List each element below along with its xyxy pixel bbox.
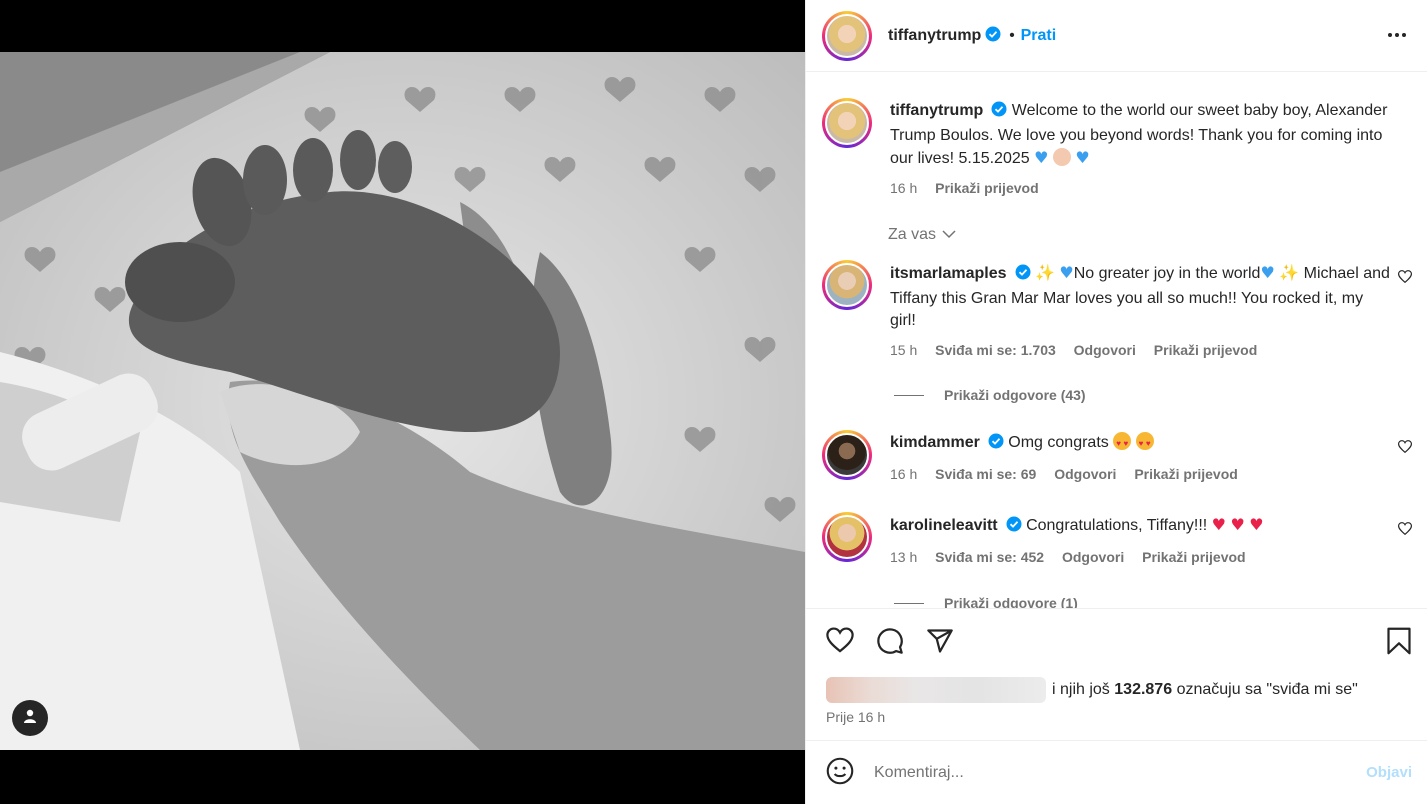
share-icon[interactable] bbox=[926, 627, 954, 659]
comment-time[interactable]: 15 h bbox=[890, 342, 917, 358]
likes-count: 132.876 bbox=[1114, 681, 1173, 698]
reply-button[interactable]: Odgovori bbox=[1062, 549, 1124, 565]
bookmark-icon[interactable] bbox=[1386, 627, 1412, 659]
comment-bar: Komentiraj... Objavi bbox=[806, 740, 1427, 804]
blue-heart-emoji: ♥ bbox=[1059, 263, 1074, 282]
comment-username[interactable]: itsmarlamaples bbox=[890, 265, 1007, 282]
comment-username[interactable]: kimdammer bbox=[890, 434, 980, 451]
more-icon[interactable] bbox=[1386, 24, 1408, 50]
caption-avatar[interactable] bbox=[822, 98, 872, 148]
follow-button[interactable]: Prati bbox=[1021, 27, 1057, 45]
comment-text: Congratulations, Tiffany!!! bbox=[1026, 517, 1208, 534]
like-comment-icon[interactable] bbox=[1397, 270, 1413, 287]
comment-avatar[interactable] bbox=[822, 430, 872, 480]
likes-suffix: označuju sa "sviđa mi se" bbox=[1176, 681, 1358, 698]
caption-translate-link[interactable]: Prikaži prijevod bbox=[935, 180, 1038, 196]
comment-time[interactable]: 16 h bbox=[890, 466, 917, 482]
verified-icon bbox=[985, 26, 1001, 46]
blue-heart-emoji: ♥ bbox=[1260, 263, 1275, 282]
caption-username[interactable]: tiffanytrump bbox=[890, 102, 983, 119]
comment-avatar[interactable] bbox=[822, 260, 872, 310]
sparkles-emoji: ✨ bbox=[1034, 263, 1055, 282]
chevron-down-icon bbox=[942, 226, 956, 244]
reply-button[interactable]: Odgovori bbox=[1074, 342, 1136, 358]
comment-input[interactable]: Komentiraj... bbox=[874, 764, 1366, 782]
replies-divider bbox=[894, 394, 924, 396]
tag-user-icon bbox=[22, 708, 38, 728]
view-replies-button[interactable]: Prikaži odgovore (1) bbox=[894, 595, 1078, 608]
instagram-post-view: tiffanytrump • Prati tiffanytrump Welcom… bbox=[0, 0, 1427, 804]
post-actions: i njih još 132.876 označuju sa "sviđa mi… bbox=[806, 608, 1427, 740]
author-avatar[interactable] bbox=[822, 10, 872, 61]
blurred-liker-names bbox=[826, 677, 1046, 703]
comment-avatar[interactable] bbox=[822, 512, 872, 562]
baby-emoji bbox=[1052, 148, 1071, 166]
media-panel bbox=[0, 0, 805, 804]
likes-summary[interactable]: i njih još 132.876 označuju sa "sviđa mi… bbox=[826, 677, 1358, 703]
comment-username[interactable]: karolineleavitt bbox=[890, 517, 998, 534]
red-heart-emoji: ♥ bbox=[1211, 515, 1226, 534]
details-panel: tiffanytrump • Prati tiffanytrump Welcom… bbox=[805, 0, 1427, 804]
red-heart-emoji: ♥ bbox=[1249, 515, 1264, 534]
comment-text: Omg congrats bbox=[1008, 434, 1109, 451]
replies-divider bbox=[894, 602, 924, 604]
separator-dot: • bbox=[1009, 27, 1015, 44]
verified-icon bbox=[991, 101, 1007, 125]
post-photo[interactable] bbox=[0, 52, 805, 750]
verified-icon bbox=[1015, 264, 1031, 288]
comment-likes[interactable]: Sviđa mi se: 69 bbox=[935, 466, 1036, 482]
heart-icon[interactable] bbox=[826, 627, 854, 659]
verified-icon bbox=[1006, 516, 1022, 540]
blue-heart-emoji: ♥ bbox=[1034, 148, 1049, 167]
comment-text: No greater joy in the world bbox=[1073, 265, 1261, 282]
translate-link[interactable]: Prikaži prijevod bbox=[1154, 342, 1257, 358]
view-replies-label: Prikaži odgovore (1) bbox=[944, 595, 1078, 608]
caption-time[interactable]: 16 h bbox=[890, 180, 917, 196]
heart-eyes-emoji bbox=[1135, 432, 1154, 456]
translate-link[interactable]: Prikaži prijevod bbox=[1142, 549, 1245, 565]
post-header: tiffanytrump • Prati bbox=[806, 0, 1427, 72]
author-username[interactable]: tiffanytrump bbox=[888, 27, 981, 45]
blue-heart-emoji: ♥ bbox=[1075, 148, 1090, 167]
tag-user-button[interactable] bbox=[12, 700, 48, 736]
like-comment-icon[interactable] bbox=[1397, 522, 1413, 539]
view-replies-label: Prikaži odgovore (43) bbox=[944, 387, 1086, 403]
emoji-icon[interactable] bbox=[826, 757, 854, 789]
sort-dropdown[interactable]: Za vas bbox=[888, 226, 956, 244]
view-replies-button[interactable]: Prikaži odgovore (43) bbox=[894, 387, 1086, 403]
red-heart-emoji: ♥ bbox=[1230, 515, 1245, 534]
reply-button[interactable]: Odgovori bbox=[1054, 466, 1116, 482]
translate-link[interactable]: Prikaži prijevod bbox=[1134, 466, 1237, 482]
comments-scroll[interactable]: tiffanytrump Welcome to the world our sw… bbox=[806, 72, 1427, 608]
likes-prefix: i njih još bbox=[1052, 681, 1110, 698]
post-comment-button[interactable]: Objavi bbox=[1366, 764, 1412, 781]
post-time[interactable]: Prije 16 h bbox=[826, 709, 885, 725]
verified-icon bbox=[988, 433, 1004, 457]
comment-icon[interactable] bbox=[876, 627, 904, 659]
comment-likes[interactable]: Sviđa mi se: 452 bbox=[935, 549, 1044, 565]
comment-likes[interactable]: Sviđa mi se: 1.703 bbox=[935, 342, 1056, 358]
comment-time[interactable]: 13 h bbox=[890, 549, 917, 565]
sparkles-emoji: ✨ bbox=[1279, 263, 1300, 282]
like-comment-icon[interactable] bbox=[1397, 440, 1413, 457]
heart-eyes-emoji bbox=[1113, 432, 1132, 456]
sort-label: Za vas bbox=[888, 226, 937, 243]
